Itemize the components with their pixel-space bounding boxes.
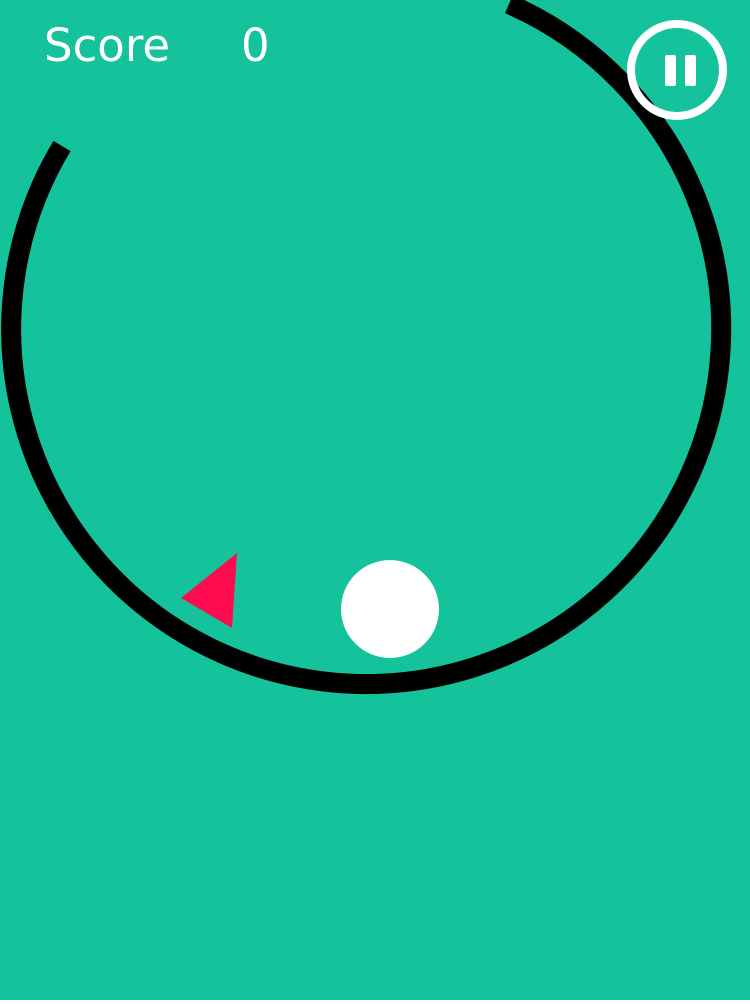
game-canvas [0,0,750,1000]
score-label: Score [44,19,171,72]
pause-icon-bar [685,55,696,86]
background [0,0,750,1000]
pause-button[interactable] [627,20,727,120]
score-value: 0 [241,19,270,72]
pause-icon [665,55,676,86]
game-stage[interactable] [0,0,750,1000]
hud: Score 0 [0,0,750,130]
player-ball [341,560,439,658]
